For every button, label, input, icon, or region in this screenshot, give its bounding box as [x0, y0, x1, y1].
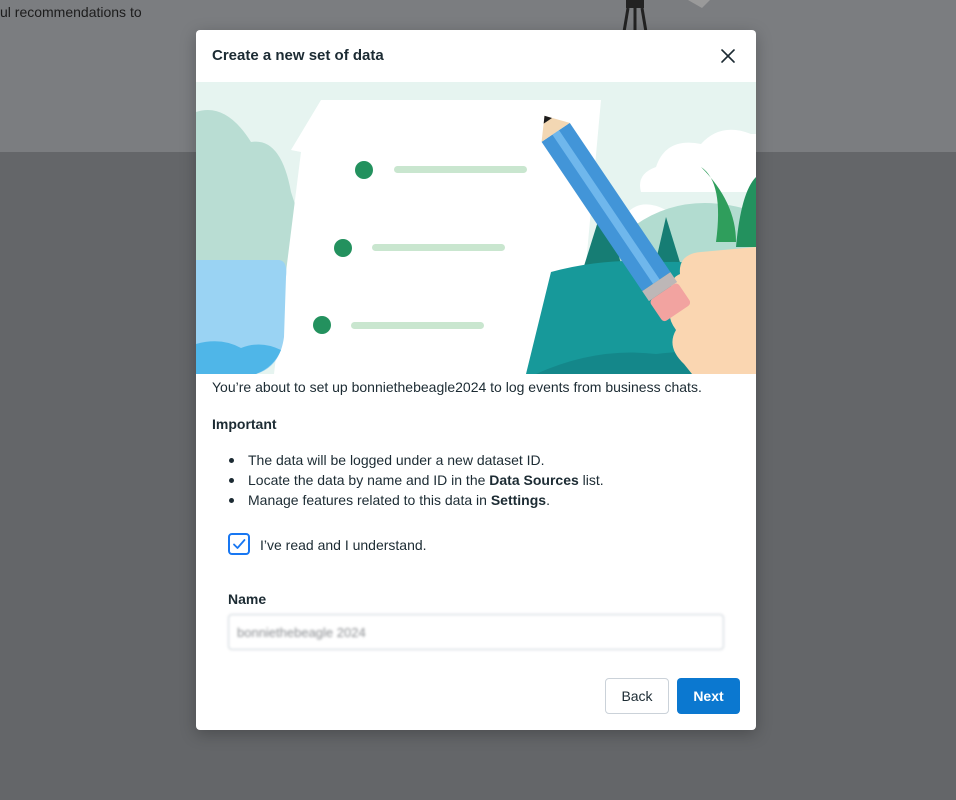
background-text: ul recommendations to: [0, 4, 142, 20]
list-dot-1: [355, 161, 373, 179]
checkmark-icon: [233, 539, 246, 549]
understand-checkbox[interactable]: [228, 533, 250, 555]
data-sources-text: Data Sources: [489, 472, 579, 488]
name-field-label: Name: [228, 591, 267, 607]
modal-title: Create a new set of data: [212, 47, 384, 64]
modal-header: Create a new set of data: [196, 30, 756, 82]
name-input[interactable]: [228, 614, 724, 650]
background-figure-icon: [622, 0, 710, 32]
close-icon: [721, 49, 735, 63]
checkbox-label[interactable]: I’ve read and I understand.: [260, 537, 427, 553]
back-button[interactable]: Back: [605, 678, 669, 714]
list-item: Locate the data by name and ID in the Da…: [212, 470, 732, 490]
list-dot-3: [313, 316, 331, 334]
list-item: Manage features related to this data in …: [212, 490, 732, 510]
list-item: The data will be logged under a new data…: [212, 450, 732, 470]
important-list: The data will be logged under a new data…: [212, 450, 732, 510]
important-heading: Important: [212, 416, 277, 432]
intro-text: You’re about to set up bonniethebeagle20…: [212, 379, 702, 395]
checklist-illustration: [196, 82, 756, 374]
next-button[interactable]: Next: [677, 678, 740, 714]
list-dot-2: [334, 239, 352, 257]
create-dataset-modal: Create a new set of data You’re about to…: [196, 30, 756, 730]
settings-text: Settings: [490, 492, 547, 508]
close-button[interactable]: [716, 44, 740, 68]
